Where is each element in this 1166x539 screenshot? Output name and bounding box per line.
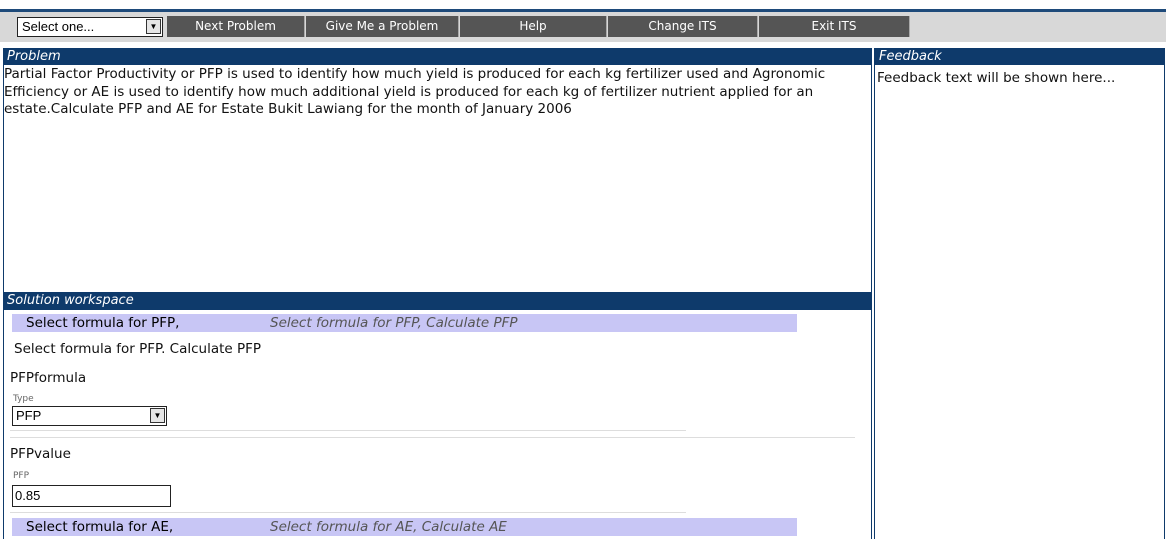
- give-me-a-problem-button[interactable]: Give Me a Problem: [306, 16, 459, 37]
- type-caption: Type: [13, 394, 34, 404]
- next-problem-button[interactable]: Next Problem: [167, 16, 305, 37]
- step-bar-pfp[interactable]: Select formula for PFP, Select formula f…: [12, 314, 797, 332]
- pfp-caption: PFP: [13, 471, 30, 481]
- step-description-pfp: Select formula for PFP. Calculate PFP: [14, 341, 262, 357]
- step-label-ae: Select formula for AE,: [26, 519, 174, 535]
- problem-select[interactable]: Select one... ▼: [17, 17, 163, 37]
- pfp-formula-label: PFPformula: [10, 370, 87, 386]
- pfp-formula-dropdown[interactable]: PFP ▼: [12, 406, 167, 426]
- problem-text: Partial Factor Productivity or PFP is us…: [4, 66, 826, 117]
- help-button[interactable]: Help: [460, 16, 607, 37]
- feedback-right-border: [1164, 48, 1165, 539]
- divider: [10, 430, 686, 431]
- step-hint-ae: Select formula for AE, Calculate AE: [270, 519, 507, 535]
- chevron-down-icon[interactable]: ▼: [146, 19, 161, 34]
- pfp-value-label: PFPvalue: [10, 446, 71, 462]
- pfp-value-input[interactable]: 0.85: [12, 485, 171, 507]
- feedback-text: Feedback text will be shown here...: [877, 70, 1116, 86]
- step-hint-pfp: Select formula for PFP, Calculate PFP: [270, 315, 518, 331]
- feedback-left-border: [874, 48, 875, 539]
- feedback-header: Feedback: [875, 48, 1165, 65]
- change-its-button[interactable]: Change ITS: [608, 16, 758, 37]
- step-bar-ae[interactable]: Select formula for AE, Select formula fo…: [12, 518, 797, 536]
- step-label-pfp: Select formula for PFP,: [26, 315, 180, 331]
- chevron-down-icon[interactable]: ▼: [150, 408, 165, 423]
- problem-select-value: Select one...: [22, 19, 95, 34]
- divider: [10, 512, 686, 513]
- pfp-formula-value: PFP: [16, 408, 42, 423]
- problem-header: Problem: [3, 48, 872, 65]
- workspace-header: Solution workspace: [3, 292, 872, 310]
- exit-its-button[interactable]: Exit ITS: [759, 16, 910, 37]
- divider: [10, 437, 855, 438]
